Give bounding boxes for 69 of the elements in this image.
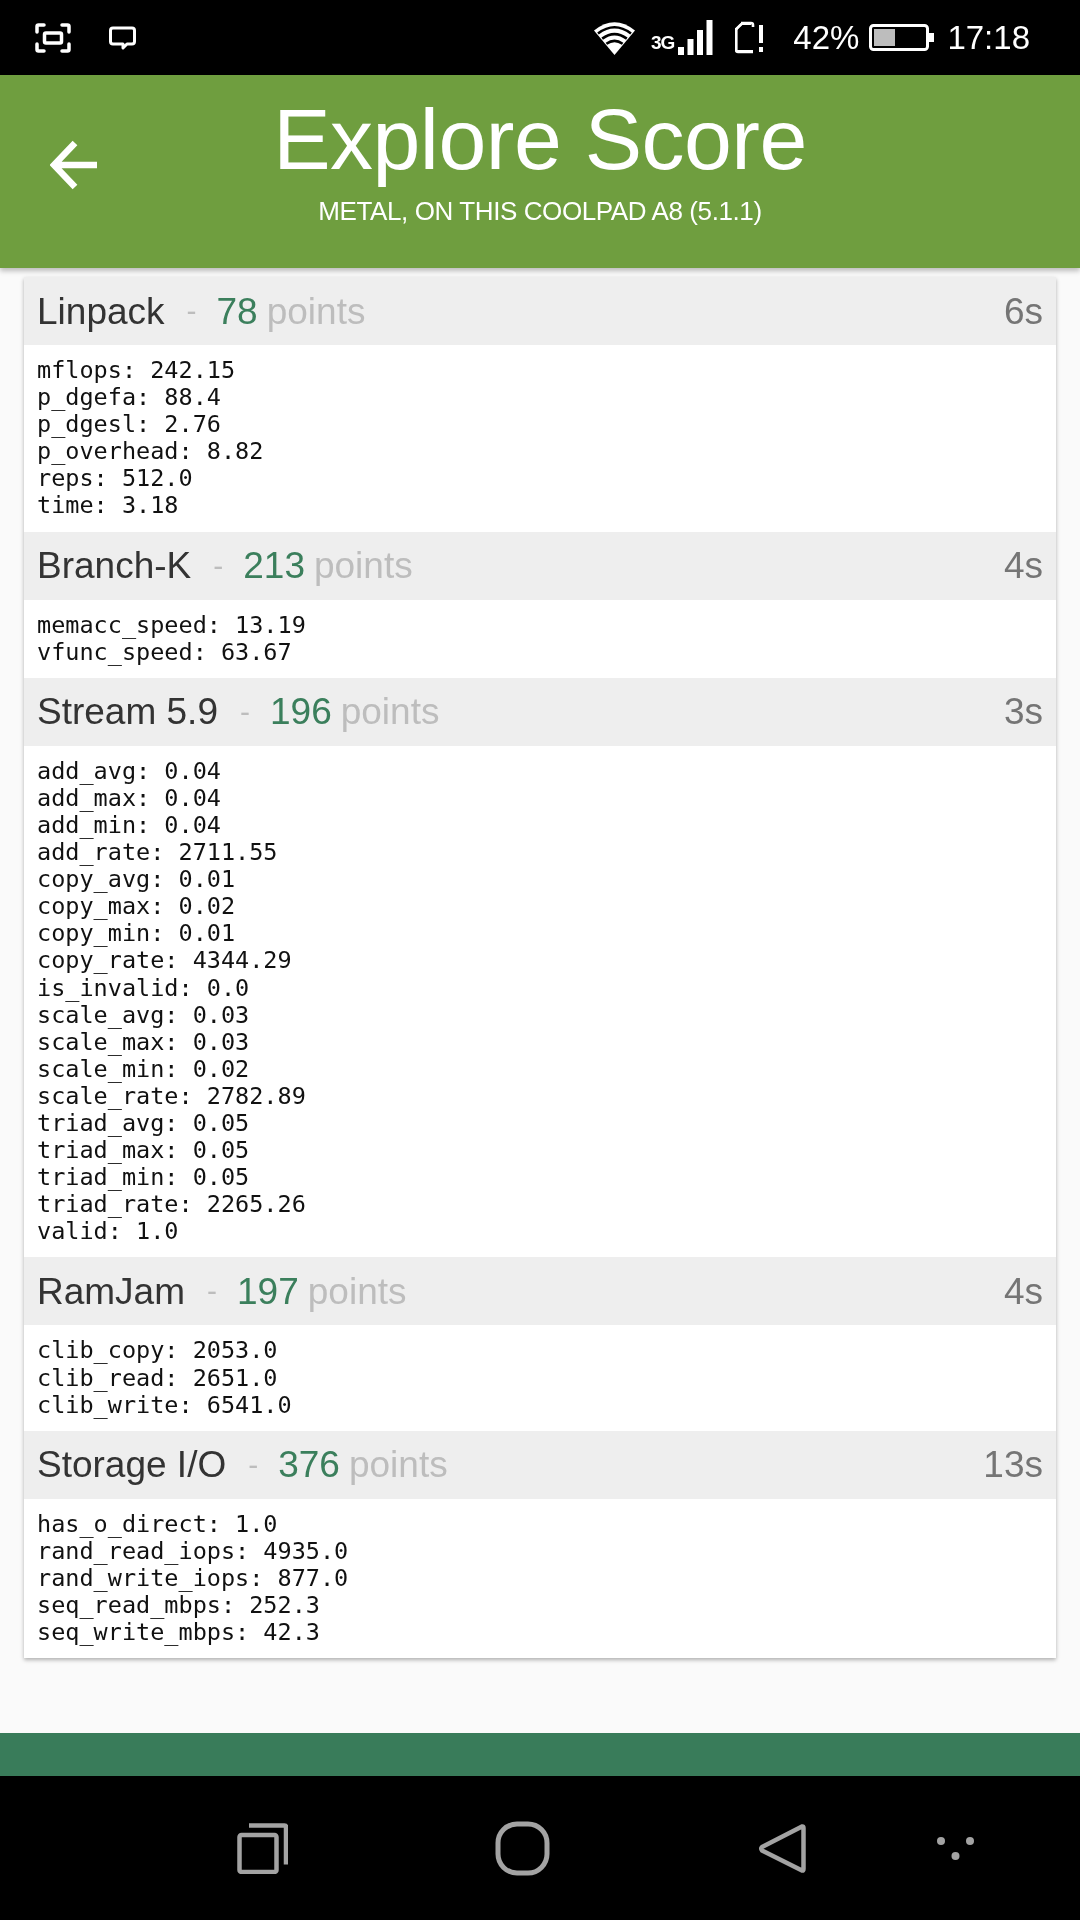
separator-dash: - [213,550,224,581]
benchmark-duration: 4s [1003,1272,1043,1310]
benchmark-duration: 13s [983,1446,1043,1484]
result-line: time: 3.18 [37,492,179,520]
menu-dots-icon[interactable] [936,1836,974,1860]
benchmark-score: 213 [243,547,305,585]
benchmark-score: 78 [216,292,258,330]
result-line: add_max: 0.04 [37,784,221,812]
result-line: has_o_direct: 1.0 [37,1510,278,1538]
benchmark-name: Linpack [37,292,165,330]
message-icon [109,25,136,50]
recent-apps-icon[interactable] [236,1822,288,1874]
separator-dash: - [186,296,197,326]
separator-dash: - [248,1449,259,1480]
benchmark-name: Branch-K [37,547,192,585]
home-icon[interactable] [494,1820,550,1876]
wifi-icon [594,20,635,55]
result-line: p_overhead: 8.82 [37,438,264,466]
result-line: clib_write: 6541.0 [37,1391,292,1419]
result-line: add_min: 0.04 [37,811,221,840]
result-line: clib_copy: 2053.0 [37,1337,278,1365]
benchmark-score: 376 [278,1446,340,1484]
battery-icon [869,24,935,51]
battery-percent-label: 42% [793,21,860,54]
benchmark-score: 197 [237,1272,299,1310]
screen-subtitle: METAL, ON THIS COOLPAD A8 (5.1.1) [318,198,762,225]
result-line: rand_write_iops: 877.0 [37,1564,349,1592]
benchmark-score: 196 [270,693,332,731]
result-line: clib_read: 2651.0 [37,1364,278,1392]
result-line: vfunc_speed: 63.67 [37,638,292,666]
result-line: p_dgesl: 2.76 [37,411,221,439]
result-line: scale_rate: 2782.89 [37,1082,306,1110]
result-line: seq_write_mbps: 42.3 [37,1619,320,1647]
result-line: triad_rate: 2265.26 [37,1191,306,1219]
result-line: valid: 1.0 [37,1218,179,1246]
result-line: rand_read_iops: 4935.0 [37,1537,349,1565]
result-line: copy_max: 0.02 [37,893,236,921]
result-line: copy_rate: 4344.29 [37,947,292,975]
result-line: scale_avg: 0.03 [37,1001,250,1029]
back-icon[interactable] [758,1821,806,1875]
separator-dash: - [240,696,250,727]
benchmark-name: RamJam [37,1272,186,1310]
sim-card-alert-icon [733,21,766,54]
result-line: reps: 512.0 [37,465,193,493]
benchmark-duration: 4s [1003,547,1043,585]
benchmark-name: Storage I/O [37,1446,227,1484]
result-line: add_avg: 0.04 [37,757,221,785]
result-line: seq_read_mbps: 252.3 [37,1592,320,1620]
benchmark-duration: 6s [1003,292,1043,330]
clock-label: 17:18 [947,21,1030,54]
result-line: triad_max: 0.05 [37,1137,250,1165]
result-line: mflops: 242.15 [37,357,236,385]
signal-icon [678,20,714,55]
result-line: copy_avg: 0.01 [37,866,236,894]
screen-title: Explore Score [273,90,807,189]
benchmark-name: Stream 5.9 [37,693,218,731]
result-line: scale_min: 0.02 [37,1055,250,1083]
result-line: memacc_speed: 13.19 [37,611,306,639]
screenshot-icon [35,22,71,53]
result-line: p_dgefa: 88.4 [37,384,221,412]
result-line: triad_avg: 0.05 [37,1109,250,1138]
result-line: add_rate: 2711.55 [37,839,278,867]
separator-dash: - [207,1276,218,1307]
result-line: copy_min: 0.01 [37,920,236,948]
benchmark-duration: 3s [1003,693,1043,731]
network-type-label: 3G [651,33,675,52]
result-line: is_invalid: 0.0 [37,974,250,1002]
result-line: triad_min: 0.05 [37,1164,250,1192]
result-line: scale_max: 0.03 [37,1028,250,1056]
